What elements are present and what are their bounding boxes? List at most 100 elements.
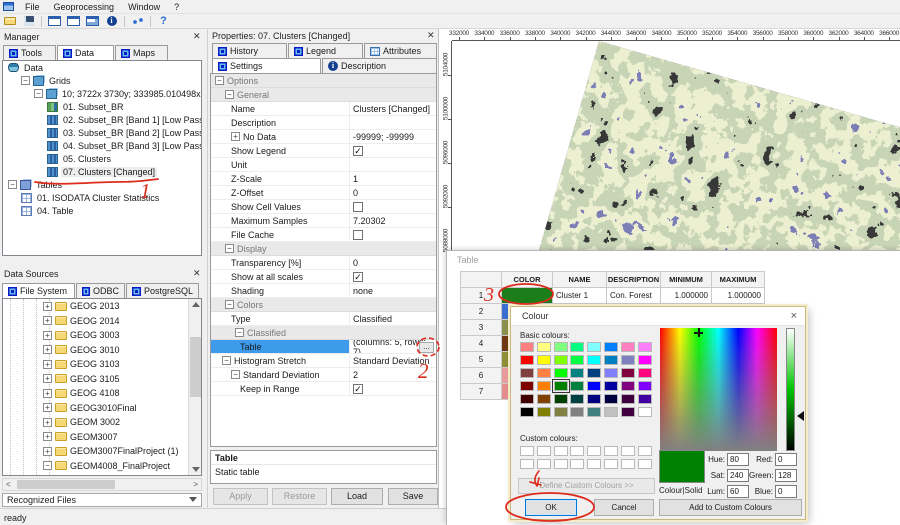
expand-icon[interactable]: − [34, 89, 43, 98]
fs-item-geom-3002[interactable]: +GEOM 3002 [3, 415, 201, 430]
custom-colour-slot[interactable] [604, 446, 618, 456]
cell-r5-c0[interactable]: 5 [460, 352, 502, 368]
setting-histogram-stretch[interactable]: −Histogram StretchStandard Deviation [211, 354, 436, 368]
tree-item-grids[interactable]: −Grids [3, 74, 201, 87]
setting-file-cache[interactable]: File Cache [211, 228, 436, 242]
cell-r6-c0[interactable]: 6 [460, 368, 502, 384]
setting-options[interactable]: −Options [211, 74, 436, 88]
tool-chain-button[interactable] [129, 15, 146, 28]
hscroll-thumb[interactable] [17, 480, 115, 489]
column-header-maximum[interactable]: MAXIMUM [712, 271, 765, 288]
colour-dialog-close-icon[interactable]: × [791, 310, 797, 322]
red-field[interactable]: 0 [775, 453, 797, 466]
tree-item-10-3722x-3730y-333985-010498x-5067804-18[interactable]: −10; 3722x 3730y; 333985.010498x 5067804… [3, 87, 201, 100]
file-tree-hscrollbar[interactable]: < > [2, 478, 202, 491]
basic-colour-ff80ff[interactable] [638, 342, 652, 352]
scroll-thumb[interactable] [190, 337, 201, 397]
custom-colour-slot[interactable] [638, 459, 652, 469]
cell-r1-c5[interactable]: 1.000000 [712, 288, 765, 304]
expand-icon[interactable]: + [43, 331, 52, 340]
tab-settings[interactable]: Settings [212, 58, 321, 73]
basic-colour-ff80c0[interactable] [621, 342, 635, 352]
show-map-button[interactable] [46, 15, 63, 28]
cell-r3-c0[interactable]: 3 [460, 320, 502, 336]
basic-colour-0000ff[interactable] [587, 381, 601, 391]
custom-colour-slot[interactable] [570, 459, 584, 469]
basic-colour-0080c0[interactable] [604, 355, 618, 365]
setting-keep-in-range[interactable]: Keep in Range✓ [211, 382, 436, 396]
fs-item-geom4008-finalproject[interactable]: −GEOM4008_FinalProject [3, 459, 201, 474]
fs-item-geog-3103[interactable]: +GEOG 3103 [3, 357, 201, 372]
setting-show-at-all-scales[interactable]: Show at all scales✓ [211, 270, 436, 284]
window-settings-button[interactable] [84, 15, 101, 28]
colour-dialog-titlebar[interactable]: Colour × [511, 307, 805, 326]
tab-maps[interactable]: Maps [115, 45, 168, 60]
custom-colour-slot[interactable] [554, 446, 568, 456]
lum-field[interactable]: 60 [727, 485, 749, 498]
save-button[interactable]: Save [388, 488, 438, 505]
setting-value[interactable]: Standard Deviation [353, 356, 430, 366]
basic-colour-c0c0c0[interactable] [604, 407, 618, 417]
custom-colour-slot[interactable] [604, 459, 618, 469]
expand-icon[interactable]: + [43, 403, 52, 412]
hue-saturation-picker[interactable] [660, 328, 777, 451]
tab-legend[interactable]: Legend [288, 43, 363, 58]
load-button[interactable]: Load [331, 488, 383, 505]
setting-display[interactable]: −Display [211, 242, 436, 256]
expand-icon[interactable]: + [43, 360, 52, 369]
expand-icon[interactable]: − [235, 328, 244, 337]
custom-colour-slot[interactable] [520, 459, 534, 469]
setting-value[interactable]: 2 [353, 370, 358, 380]
column-header-description[interactable]: DESCRIPTION [607, 271, 661, 288]
basic-colour-400040[interactable] [621, 407, 635, 417]
scroll-down-icon[interactable] [192, 467, 200, 472]
fs-item-geog-2014[interactable]: +GEOG 2014 [3, 314, 201, 329]
expand-icon[interactable]: + [43, 316, 52, 325]
checkbox-unchecked[interactable] [353, 202, 363, 212]
basic-colour-80ff80[interactable] [554, 342, 568, 352]
setting-table[interactable]: Table(columns: 5, rows: 7)... [211, 340, 436, 354]
tree-item-07-clusters-changed-[interactable]: 07. Clusters [Changed] [3, 165, 201, 178]
tab-file-system[interactable]: File System [2, 283, 75, 298]
restore-button[interactable]: Restore [272, 488, 327, 505]
custom-colour-slot[interactable] [570, 446, 584, 456]
expand-icon[interactable]: − [222, 356, 231, 365]
fs-item-geog-2013[interactable]: +GEOG 2013 [3, 299, 201, 314]
basic-colour-4000a0[interactable] [638, 394, 652, 404]
save-button[interactable] [20, 15, 37, 28]
expand-icon[interactable]: − [8, 180, 17, 189]
expand-icon[interactable]: − [43, 461, 52, 470]
tab-data[interactable]: Data [57, 45, 114, 60]
custom-colour-slot[interactable] [587, 459, 601, 469]
tree-item-04-table[interactable]: 04. Table [3, 204, 201, 217]
setting-value[interactable]: 1 [353, 174, 358, 184]
setting-value[interactable]: 7.20302 [353, 216, 386, 226]
basic-colour-ffff80[interactable] [537, 342, 551, 352]
cell-r7-c0[interactable]: 7 [460, 384, 502, 400]
colour-swatch-row-1[interactable] [502, 288, 552, 303]
setting-show-cell-values[interactable]: Show Cell Values [211, 200, 436, 214]
tab-history[interactable]: History [212, 43, 287, 58]
menu-geoprocessing[interactable]: Geoprocessing [47, 1, 122, 13]
expand-icon[interactable]: + [43, 418, 52, 427]
tab-odbc[interactable]: ODBC [76, 283, 125, 298]
basic-colour-400000[interactable] [520, 394, 534, 404]
custom-colour-slot[interactable] [554, 459, 568, 469]
custom-colour-slot[interactable] [587, 446, 601, 456]
basic-colour-00ff00[interactable] [554, 368, 568, 378]
green-field[interactable]: 128 [775, 469, 797, 482]
setting-value[interactable]: Clusters [Changed] [353, 104, 430, 114]
custom-colour-slot[interactable] [638, 446, 652, 456]
scroll-left-icon[interactable]: < [6, 480, 11, 489]
custom-colour-slot[interactable] [520, 446, 534, 456]
custom-colour-slot[interactable] [537, 446, 551, 456]
basic-colour-00ff40[interactable] [570, 355, 584, 365]
checkbox-checked[interactable]: ✓ [353, 146, 363, 156]
fs-item-geog-3003[interactable]: +GEOG 3003 [3, 328, 201, 343]
basic-colour-00ffff[interactable] [587, 355, 601, 365]
basic-colour-80ffff[interactable] [587, 342, 601, 352]
expand-icon[interactable]: − [225, 300, 234, 309]
tree-item-05-clusters[interactable]: 05. Clusters [3, 152, 201, 165]
setting-value[interactable]: 0 [353, 258, 358, 268]
basic-colour-ff00ff[interactable] [638, 355, 652, 365]
